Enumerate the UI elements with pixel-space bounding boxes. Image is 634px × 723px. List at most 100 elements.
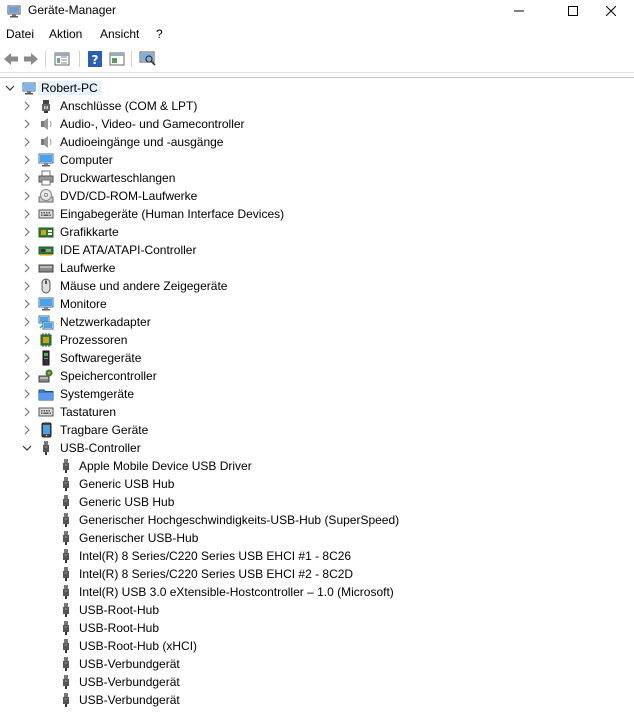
back-icon[interactable]: [2, 50, 20, 68]
tree-item-label: Prozessoren: [60, 333, 128, 347]
chevron-right-icon[interactable]: [21, 154, 33, 166]
tree-category[interactable]: USB-Controller: [0, 439, 634, 457]
tree-device[interactable]: Intel(R) 8 Series/C220 Series USB EHCI #…: [0, 565, 634, 583]
speaker-icon: [41, 118, 52, 130]
network-icon: [38, 315, 54, 330]
chevron-right-icon[interactable]: [21, 370, 33, 382]
tree-device[interactable]: USB-Root-Hub (xHCI): [0, 637, 634, 655]
tree-category[interactable]: Computer: [0, 151, 634, 169]
usb-icon: [63, 621, 69, 635]
properties-icon[interactable]: [53, 50, 71, 68]
tree-category[interactable]: Systemgeräte: [0, 385, 634, 403]
keyboard-icon: [38, 407, 54, 417]
tree-item-label: Robert-PC: [38, 81, 101, 95]
tree-item-label: Apple Mobile Device USB Driver: [79, 459, 252, 473]
tree-device[interactable]: Generischer Hochgeschwindigkeits-USB-Hub…: [0, 511, 634, 529]
tree-item-label: IDE ATA/ATAPI-Controller: [60, 243, 197, 257]
storage-controller-icon: [38, 369, 53, 383]
chevron-right-icon[interactable]: [21, 316, 33, 328]
usb-icon: [63, 639, 69, 653]
chevron-right-icon[interactable]: [21, 280, 33, 292]
chevron-down-icon[interactable]: [21, 442, 33, 454]
disc-icon: [38, 189, 54, 203]
tree-category[interactable]: DVD/CD-ROM-Laufwerke: [0, 187, 634, 205]
chevron-right-icon[interactable]: [21, 226, 33, 238]
tree-category[interactable]: Netzwerkadapter: [0, 313, 634, 331]
tree-device[interactable]: Intel(R) 8 Series/C220 Series USB EHCI #…: [0, 547, 634, 565]
tree-item-label: Intel(R) 8 Series/C220 Series USB EHCI #…: [79, 549, 352, 563]
tree-category[interactable]: Monitore: [0, 295, 634, 313]
chevron-right-icon[interactable]: [21, 352, 33, 364]
chevron-right-icon[interactable]: [21, 262, 33, 274]
tree-item-label: Intel(R) USB 3.0 eXtensible-Hostcontroll…: [79, 585, 394, 599]
tree-item-label: USB-Root-Hub: [79, 621, 160, 635]
chevron-right-icon[interactable]: [21, 406, 33, 418]
tree-device[interactable]: Generischer USB-Hub: [0, 529, 634, 547]
tree-item-label: Softwaregeräte: [60, 351, 142, 365]
tree-item-label: Generic USB Hub: [79, 495, 175, 509]
tree-category[interactable]: Anschlüsse (COM & LPT): [0, 97, 634, 115]
tree-root-computer[interactable]: Robert-PC: [0, 79, 634, 97]
tree-item-label: USB-Root-Hub: [79, 603, 160, 617]
tree-category[interactable]: Eingabegeräte (Human Interface Devices): [0, 205, 634, 223]
chevron-right-icon[interactable]: [21, 208, 33, 220]
chevron-right-icon[interactable]: [21, 334, 33, 346]
tree-device[interactable]: Apple Mobile Device USB Driver: [0, 457, 634, 475]
tree-category[interactable]: Audio-, Video- und Gamecontroller: [0, 115, 634, 133]
tree-category[interactable]: Prozessoren: [0, 331, 634, 349]
tree-device[interactable]: USB-Verbundgerät: [0, 655, 634, 673]
tree-item-label: Systemgeräte: [60, 387, 135, 401]
tree-item-label: Tragbare Geräte: [60, 423, 149, 437]
menu-help[interactable]: ?: [156, 27, 163, 41]
help-icon[interactable]: ?: [86, 50, 104, 68]
chevron-right-icon[interactable]: [21, 172, 33, 184]
tree-device[interactable]: USB-Verbundgerät: [0, 691, 634, 709]
usb-icon: [63, 549, 69, 563]
usb-icon: [63, 477, 69, 491]
menu-aktion[interactable]: Aktion: [49, 27, 82, 41]
tree-category[interactable]: Softwaregeräte: [0, 349, 634, 367]
tree-category[interactable]: Speichercontroller: [0, 367, 634, 385]
svg-text:?: ?: [92, 53, 99, 67]
show-hide-icon[interactable]: [108, 50, 126, 68]
menu-datei[interactable]: Datei: [6, 27, 34, 41]
minimize-button[interactable]: [496, 0, 542, 22]
chevron-right-icon[interactable]: [21, 244, 33, 256]
close-icon: [606, 6, 616, 16]
tree-category[interactable]: Tragbare Geräte: [0, 421, 634, 439]
tree-category[interactable]: Grafikkarte: [0, 223, 634, 241]
close-button[interactable]: [588, 0, 634, 22]
tree-device[interactable]: USB-Verbundgerät: [0, 673, 634, 691]
tree-device[interactable]: Generic USB Hub: [0, 493, 634, 511]
menu-ansicht[interactable]: Ansicht: [100, 27, 139, 41]
tree-item-label: Anschlüsse (COM & LPT): [60, 99, 198, 113]
tree-category[interactable]: Mäuse und andere Zeigegeräte: [0, 277, 634, 295]
tree-device[interactable]: Generic USB Hub: [0, 475, 634, 493]
processor-icon: [40, 333, 52, 347]
chevron-right-icon[interactable]: [21, 136, 33, 148]
chevron-right-icon[interactable]: [21, 100, 33, 112]
usb-icon: [63, 513, 69, 527]
usb-icon: [63, 567, 69, 581]
tree-item-label: Computer: [60, 153, 113, 167]
chevron-right-icon[interactable]: [21, 424, 33, 436]
forward-icon[interactable]: [22, 50, 40, 68]
tree-category[interactable]: IDE ATA/ATAPI-Controller: [0, 241, 634, 259]
tree-category[interactable]: Audioeingänge und -ausgänge: [0, 133, 634, 151]
chevron-right-icon[interactable]: [21, 190, 33, 202]
tree-item-label: USB-Verbundgerät: [79, 657, 180, 671]
chevron-down-icon[interactable]: [4, 82, 16, 94]
chevron-right-icon[interactable]: [21, 298, 33, 310]
graphics-card-icon: [38, 227, 54, 238]
tree-device[interactable]: USB-Root-Hub: [0, 619, 634, 637]
chevron-right-icon[interactable]: [21, 388, 33, 400]
device-tree[interactable]: Robert-PC Anschlüsse (COM & LPT) Audio-, V…: [0, 77, 634, 723]
tree-device[interactable]: USB-Root-Hub: [0, 601, 634, 619]
tree-device[interactable]: Intel(R) USB 3.0 eXtensible-Hostcontroll…: [0, 583, 634, 601]
toolbar: ?: [0, 46, 634, 73]
tree-category[interactable]: Tastaturen: [0, 403, 634, 421]
scan-hardware-icon[interactable]: [139, 50, 157, 68]
tree-category[interactable]: Laufwerke: [0, 259, 634, 277]
tree-category[interactable]: Druckwarteschlangen: [0, 169, 634, 187]
chevron-right-icon[interactable]: [21, 118, 33, 130]
